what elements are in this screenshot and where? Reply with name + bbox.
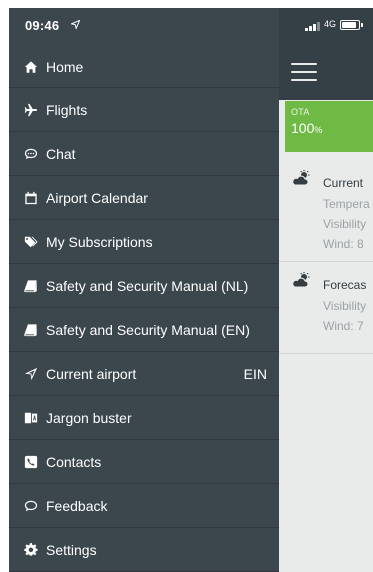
menu-item-flights[interactable]: Flights — [9, 88, 279, 132]
menu-item-safety-manual-nl[interactable]: Safety and Security Manual (NL) — [9, 264, 279, 308]
phone-square-icon — [23, 454, 39, 470]
partly-cloudy-icon — [292, 272, 310, 288]
book-icon — [23, 322, 39, 338]
partly-cloudy-icon — [292, 170, 310, 186]
ota-value: 100% — [291, 120, 323, 136]
current-weather-line: Visibility — [323, 217, 367, 231]
menu-item-label: Jargon buster — [46, 409, 132, 426]
forecast-weather-line: Visibility — [323, 299, 367, 313]
current-airport-code: EIN — [243, 365, 267, 382]
menu-item-settings[interactable]: Settings — [9, 528, 279, 572]
current-weather-line: Wind: 8 — [323, 237, 364, 251]
menu-item-label: Airport Calendar — [46, 189, 148, 206]
menu-item-my-subscriptions[interactable]: My Subscriptions — [9, 220, 279, 264]
tags-icon — [23, 234, 39, 250]
status-bar: 09:46 4G — [9, 8, 373, 44]
forecast-weather[interactable]: Forecas Visibility Wind: 7 — [279, 262, 373, 354]
forecast-weather-line: Wind: 7 — [323, 319, 364, 333]
phone-screen: OTA 100% Current Tempera Visibility Wind… — [9, 8, 373, 572]
location-services-icon — [71, 20, 80, 29]
gear-icon — [23, 542, 39, 558]
menu-item-current-airport[interactable]: Current airport EIN — [9, 352, 279, 396]
menu-item-label: Feedback — [46, 497, 108, 514]
menu-item-label: Safety and Security Manual (EN) — [46, 321, 250, 338]
menu-item-label: Safety and Security Manual (NL) — [46, 277, 249, 294]
menu-item-home[interactable]: Home — [9, 46, 279, 88]
menu-item-safety-manual-en[interactable]: Safety and Security Manual (EN) — [9, 308, 279, 352]
current-weather[interactable]: Current Tempera Visibility Wind: 8 — [279, 160, 373, 262]
ota-card[interactable]: OTA 100% — [285, 101, 373, 152]
location-arrow-icon — [23, 366, 39, 382]
status-time: 09:46 — [25, 18, 60, 33]
forecast-weather-title: Forecas — [323, 278, 367, 292]
network-type: 4G — [324, 19, 337, 29]
book-icon — [23, 278, 39, 294]
menu-item-label: Home — [46, 58, 84, 75]
current-weather-title: Current — [323, 176, 364, 190]
translate-book-icon — [23, 410, 39, 426]
menu-item-label: Settings — [46, 541, 97, 558]
menu-item-label: My Subscriptions — [46, 233, 153, 250]
comment-icon — [23, 498, 39, 514]
main-app: OTA 100% Current Tempera Visibility Wind… — [279, 8, 373, 572]
calendar-icon — [23, 190, 39, 206]
menu-item-label: Current airport — [46, 365, 137, 382]
menu-item-label: Chat — [46, 145, 76, 162]
plane-icon — [23, 102, 39, 118]
current-weather-line: Tempera — [323, 197, 370, 211]
chat-bubble-icon — [23, 146, 39, 162]
menu-item-contacts[interactable]: Contacts — [9, 440, 279, 484]
home-icon — [23, 59, 39, 75]
drawer-menu: Home Flights Chat Airport Calendar My Su… — [9, 46, 279, 572]
menu-item-airport-calendar[interactable]: Airport Calendar — [9, 176, 279, 220]
signal-strength-icon — [305, 22, 320, 31]
ota-label: OTA — [291, 107, 310, 117]
menu-item-feedback[interactable]: Feedback — [9, 484, 279, 528]
battery-icon — [340, 20, 363, 30]
side-drawer: Home Flights Chat Airport Calendar My Su… — [9, 8, 279, 572]
menu-item-chat[interactable]: Chat — [9, 132, 279, 176]
menu-item-label: Contacts — [46, 453, 102, 470]
hamburger-menu-icon[interactable] — [291, 63, 317, 81]
menu-item-label: Flights — [46, 101, 88, 118]
menu-item-jargon-buster[interactable]: Jargon buster — [9, 396, 279, 440]
